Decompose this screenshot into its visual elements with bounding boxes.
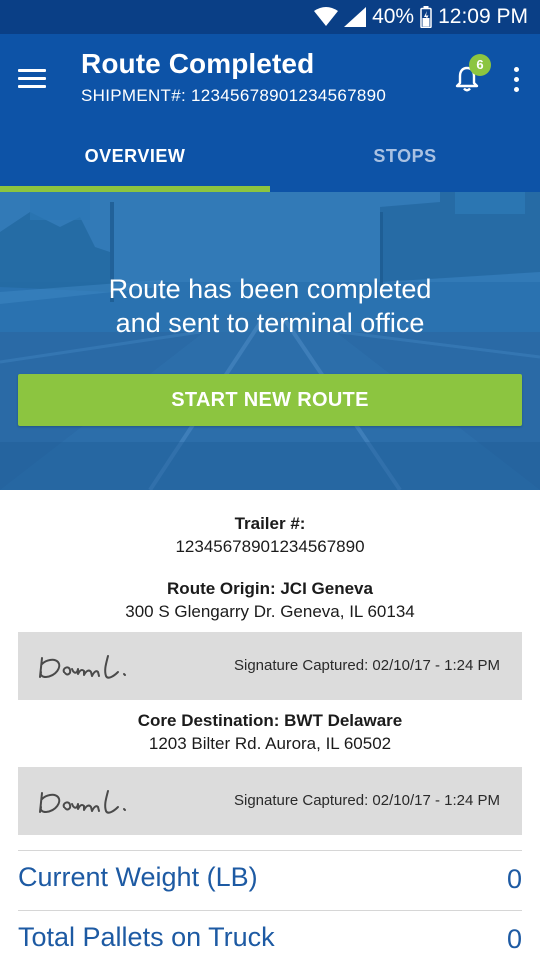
- core-destination-address: 1203 Bilter Rd. Aurora, IL 60502: [148, 734, 392, 753]
- completion-message-line-1: Route has been completed: [108, 274, 432, 304]
- completion-message-line-2: and sent to terminal office: [115, 308, 425, 338]
- status-bar: 40% 12:09 PM: [0, 0, 540, 34]
- tab-overview[interactable]: OVERVIEW: [0, 130, 270, 192]
- clock: 12:09 PM: [438, 5, 528, 28]
- signature-image: [39, 655, 126, 679]
- origin-signature-box[interactable]: Signature Captured: 02/10/17 - 1:24 PM: [18, 632, 522, 700]
- divider: [18, 910, 522, 911]
- start-new-route-button[interactable]: START NEW ROUTE: [18, 374, 522, 426]
- battery-percent: 40%: [372, 5, 415, 28]
- page-title: Route Completed: [81, 48, 315, 79]
- shipment-number: SHIPMENT#: 12345678901234567890: [81, 86, 387, 105]
- route-origin-address: 300 S Glengarry Dr. Geneva, IL 60134: [125, 602, 415, 621]
- completion-banner: Route has been completed and sent to ter…: [0, 192, 540, 490]
- highway-background-image: [0, 192, 540, 490]
- destination-signature-timestamp: Signature Captured: 02/10/17 - 1:24 PM: [233, 792, 500, 809]
- origin-signature-timestamp: Signature Captured: 02/10/17 - 1:24 PM: [233, 657, 500, 674]
- trailer-number: 12345678901234567890: [175, 537, 365, 556]
- signal-icon: [344, 7, 367, 27]
- total-pallets-value: 0: [506, 924, 522, 954]
- overflow-menu-icon[interactable]: [504, 64, 530, 96]
- tab-stops[interactable]: STOPS: [270, 130, 540, 192]
- hamburger-menu-icon[interactable]: [16, 66, 48, 90]
- core-destination-label: Core Destination: BWT Delaware: [137, 711, 403, 730]
- total-pallets-label: Total Pallets on Truck: [18, 922, 275, 952]
- current-weight-label: Current Weight (LB): [18, 862, 258, 892]
- signature-image: [39, 790, 126, 814]
- current-weight-value: 0: [506, 864, 522, 894]
- battery-icon: [420, 6, 432, 28]
- divider: [18, 850, 522, 851]
- app-bar: Route Completed SHIPMENT#: 1234567890123…: [0, 34, 540, 192]
- notification-badge: 6: [469, 54, 491, 76]
- destination-signature-box[interactable]: Signature Captured: 02/10/17 - 1:24 PM: [18, 767, 522, 835]
- route-origin-label: Route Origin: JCI Geneva: [167, 579, 373, 598]
- trailer-label: Trailer #:: [234, 514, 306, 533]
- wifi-icon: [314, 7, 339, 26]
